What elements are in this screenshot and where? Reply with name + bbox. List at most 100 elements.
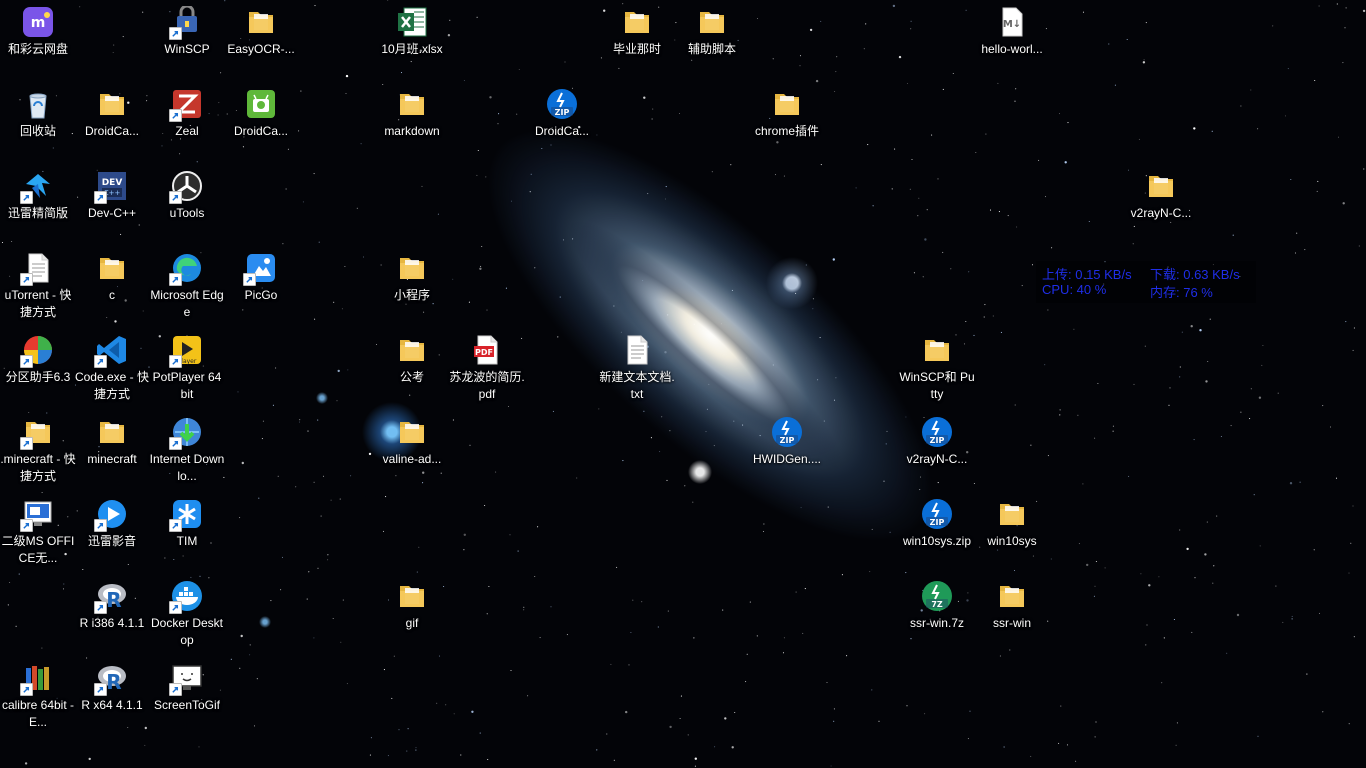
desktop-icon-hwidgen[interactable]: ZIP HWIDGen.... [749,410,825,490]
desktop-icon-chrome-plugins[interactable]: chrome插件 [749,82,825,162]
desktop-icon-v2rayn-zip[interactable]: ZIP v2rayN-C... [899,410,975,490]
winscp-icon [169,6,203,40]
folder-icon [20,416,54,450]
folder-icon [771,88,803,120]
desktop-icon-droidcam-zip[interactable]: ZIP DroidCa... [524,82,600,162]
desktop-icon-mcloud[interactable]: m 和彩云网盘 [0,0,76,80]
shortcut-arrow-icon [169,109,182,122]
desktop-icon-v2rayn-folder[interactable]: v2rayN-C... [1123,164,1199,244]
devcpp-icon: DEV C++ [94,170,128,204]
r-language-icon: R [94,580,128,614]
shortcut-arrow-icon [94,683,107,696]
folder-icon [996,580,1028,612]
shortcut-arrow-icon [169,683,182,696]
desktop-icon-miniprogram[interactable]: 小程序 [374,246,450,326]
desktop-icon-winscp-putty[interactable]: WinSCP和 Putty [899,328,975,408]
desktop-icon-ssr-7z[interactable]: 7Z ssr-win.7z [899,574,975,654]
desktop-icon-office-exam[interactable]: 二级MS OFFICE无... [0,492,76,572]
desktop-icon-win10sys-zip[interactable]: ZIP win10sys.zip [899,492,975,572]
desktop-icon-devcpp[interactable]: DEV C++ Dev-C++ [74,164,150,244]
desktop-icon-droidcam-app[interactable]: DroidCa... [223,82,299,162]
folder-icon [96,416,128,448]
shortcut-arrow-icon [169,519,182,532]
shortcut-arrow-icon [169,273,182,286]
shortcut-arrow-icon [20,355,33,368]
desktop-icon-win10sys[interactable]: win10sys [974,492,1050,572]
desktop-icon-r-x64[interactable]: RR x64 4.1.1 [74,656,150,736]
desktop-icon-r-i386[interactable]: RR i386 4.1.1 [74,574,150,654]
network-monitor-widget[interactable]: 上传: 0.15 KB/s 下载: 0.63 KB/s CPU: 40 % 内存… [1036,261,1256,303]
desktop-icon-xlsx[interactable]: 10月班.xlsx [374,0,450,80]
folder-icon [996,498,1028,530]
folder-icon [696,6,728,38]
shortcut-arrow-icon [20,273,33,286]
text-file-icon [621,334,653,366]
thunder-icon [20,170,54,204]
desktop-icon-idm[interactable]: Internet Downlo... [149,410,225,490]
folder-icon [396,334,428,366]
desktop-icon-valine[interactable]: valine-ad... [374,410,450,490]
utools-icon [169,170,203,204]
desktop-icon-recycle-bin[interactable]: 回收站 [0,82,76,162]
desktop-icon-picgo[interactable]: PicGo [223,246,299,326]
desktop-icon-edge[interactable]: Microsoft Edge [149,246,225,326]
desktop-icon-graduation[interactable]: 毕业那时 [599,0,675,80]
recycle-bin-icon [22,88,54,120]
desktop-icon-calibre[interactable]: calibre 64bit - E... [0,656,76,736]
excel-file-icon [396,6,428,38]
desktop-icon-zeal[interactable]: Zeal [149,82,225,162]
shortcut-arrow-icon [20,437,33,450]
desktop-icon-hello-world-md[interactable]: M↓ hello-worl... [974,0,1050,80]
desktop-icon-easyocr[interactable]: EasyOCR-... [223,0,299,80]
desktop-icon-utools[interactable]: uTools [149,164,225,244]
desktop-wallpaper: m 和彩云网盘 回收站 迅雷精简版 uTorrent - 快捷方式 分区助手6.3… [0,0,1366,768]
zip-file-icon: ZIP [921,416,953,448]
desktop-icon-thunder[interactable]: 迅雷精简版 [0,164,76,244]
desktop-icon-potplayer[interactable]: Player PotPlayer 64 bit [149,328,225,408]
desktop-icon-xlplayer[interactable]: 迅雷影音 [74,492,150,572]
desktop-icon-new-txt[interactable]: 新建文本文档.txt [599,328,675,408]
shortcut-arrow-icon [243,273,256,286]
desktop-icon-winscp[interactable]: WinSCP [149,0,225,80]
calibre-icon [20,662,54,696]
docker-icon [169,580,203,614]
shortcut-arrow-icon [169,437,182,450]
folder-icon [621,6,653,38]
idm-icon [169,416,203,450]
desktop-icon-partition[interactable]: 分区助手6.3 [0,328,76,408]
desktop-icon-scripts[interactable]: 辅助脚本 [674,0,750,80]
folder-icon [96,252,128,284]
desktop-icon-utorrent[interactable]: uTorrent - 快捷方式 [0,246,76,326]
mcloud-icon: m [22,6,54,38]
svg-text:7Z: 7Z [931,600,943,609]
desktop-icon-ssr-win[interactable]: ssr-win [974,574,1050,654]
markdown-file-icon: M↓ [996,6,1028,38]
shortcut-arrow-icon [20,683,33,696]
folder-icon [396,580,428,612]
desktop-icon-minecraft[interactable]: minecraft [74,410,150,490]
svg-text:R: R [106,670,121,694]
svg-text:M↓: M↓ [1003,19,1021,30]
zip-file-icon: ZIP [771,416,803,448]
droidcam-icon [245,88,277,120]
desktop-icon-droidcam-folder[interactable]: DroidCa... [74,82,150,162]
svg-text:PDF: PDF [475,348,493,357]
desktop-icon-folder-c[interactable]: c [74,246,150,326]
desktop-icon-tim[interactable]: TIM [149,492,225,572]
desktop-icon-vscode[interactable]: Code.exe - 快捷方式 [74,328,150,408]
folder-icon [396,252,428,284]
shortcut-arrow-icon [169,355,182,368]
desktop-icon-gongkao[interactable]: 公考 [374,328,450,408]
r-language-icon: R [94,662,128,696]
desktop-icon-minecraft-shortcut[interactable]: .minecraft - 快捷方式 [0,410,76,490]
desktop-icon-docker[interactable]: Docker Desktop [149,574,225,654]
shortcut-arrow-icon [94,519,107,532]
desktop-icon-resume-pdf[interactable]: PDF 苏龙波的简历.pdf [449,328,525,408]
folder-icon [1145,170,1177,202]
svg-text:R: R [106,588,121,612]
xunlei-player-icon [94,498,128,532]
desktop-icon-gif[interactable]: gif [374,574,450,654]
office-exam-icon [20,498,54,532]
desktop-icon-markdown[interactable]: markdown [374,82,450,162]
desktop-icon-screentogif[interactable]: ScreenToGif [149,656,225,736]
